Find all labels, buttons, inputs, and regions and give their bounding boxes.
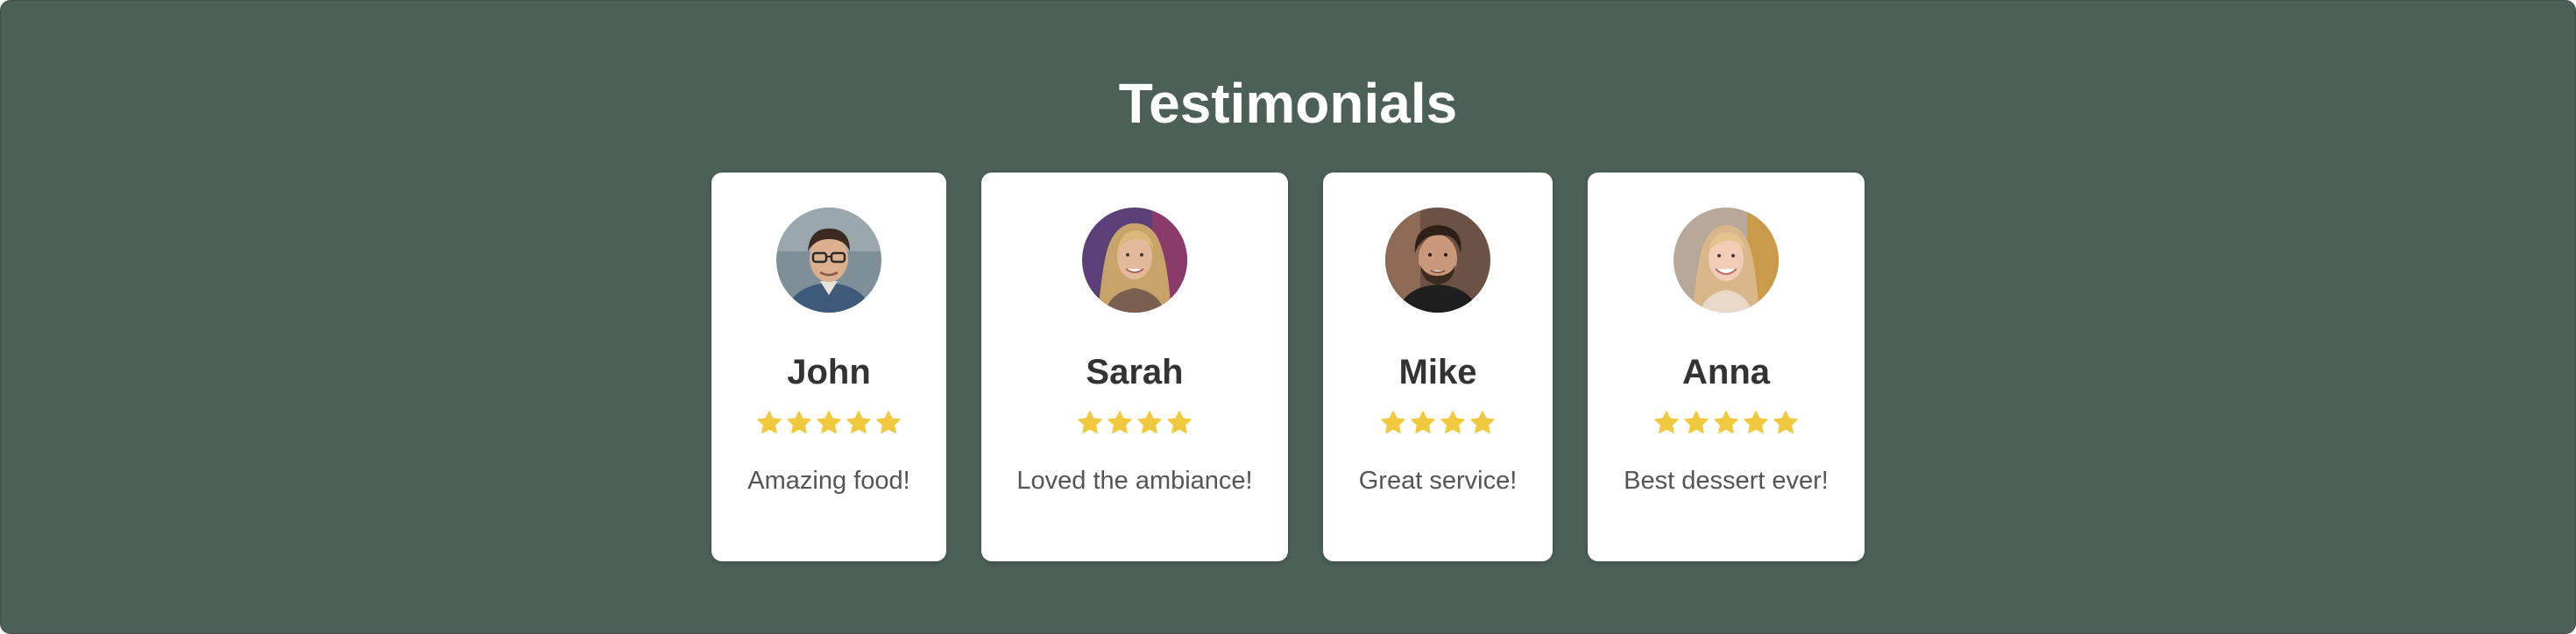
avatar-image-icon — [1385, 208, 1490, 313]
reviewer-name: Mike — [1398, 353, 1477, 391]
avatar — [1385, 208, 1490, 313]
star-icon — [1654, 411, 1679, 433]
avatar-image-icon — [1674, 208, 1779, 313]
avatar-image-icon — [1082, 208, 1187, 313]
star-rating — [755, 407, 902, 439]
section-title: Testimonials — [1118, 72, 1458, 135]
avatar-image-icon — [776, 208, 881, 313]
star-icon — [757, 411, 782, 433]
star-icon — [1440, 411, 1465, 433]
reviewer-name: John — [787, 353, 871, 391]
star-icon — [1744, 411, 1768, 433]
avatar — [776, 208, 881, 313]
star-icon — [787, 411, 811, 433]
star-icon — [1773, 411, 1798, 433]
star-icon — [846, 411, 871, 433]
star-icon — [817, 411, 841, 433]
star-icon — [1137, 411, 1162, 433]
star-icon — [1470, 411, 1495, 433]
star-icon — [1714, 411, 1738, 433]
testimonial-card-anna: Anna Best dessert ever! — [1588, 173, 1865, 561]
star-rating — [1076, 407, 1193, 439]
star-icon — [1108, 411, 1132, 433]
star-icon — [1684, 411, 1709, 433]
avatar — [1674, 208, 1779, 313]
star-icon — [876, 411, 901, 433]
testimonial-text: Best dessert ever! — [1624, 467, 1829, 495]
testimonial-card-mike: Mike Great service! — [1323, 173, 1553, 561]
star-icon — [1078, 411, 1102, 433]
star-icon — [1381, 411, 1405, 433]
testimonial-card-sarah: Sarah Loved the ambiance! — [981, 173, 1288, 561]
star-icon — [1167, 411, 1192, 433]
star-icon — [1411, 411, 1435, 433]
testimonial-cards: John Amazing food! Sarah Loved the ambia… — [1, 173, 2575, 561]
testimonial-card-john: John Amazing food! — [711, 173, 946, 561]
testimonial-text: Amazing food! — [747, 467, 910, 495]
testimonial-text: Loved the ambiance! — [1016, 467, 1253, 495]
star-rating — [1652, 407, 1800, 439]
reviewer-name: Sarah — [1086, 353, 1184, 391]
avatar — [1082, 208, 1187, 313]
reviewer-name: Anna — [1682, 353, 1770, 391]
testimonial-text: Great service! — [1358, 467, 1518, 495]
star-rating — [1379, 407, 1497, 439]
testimonials-section: Testimonials John Amazing food! Sarah Lo… — [0, 0, 2576, 634]
